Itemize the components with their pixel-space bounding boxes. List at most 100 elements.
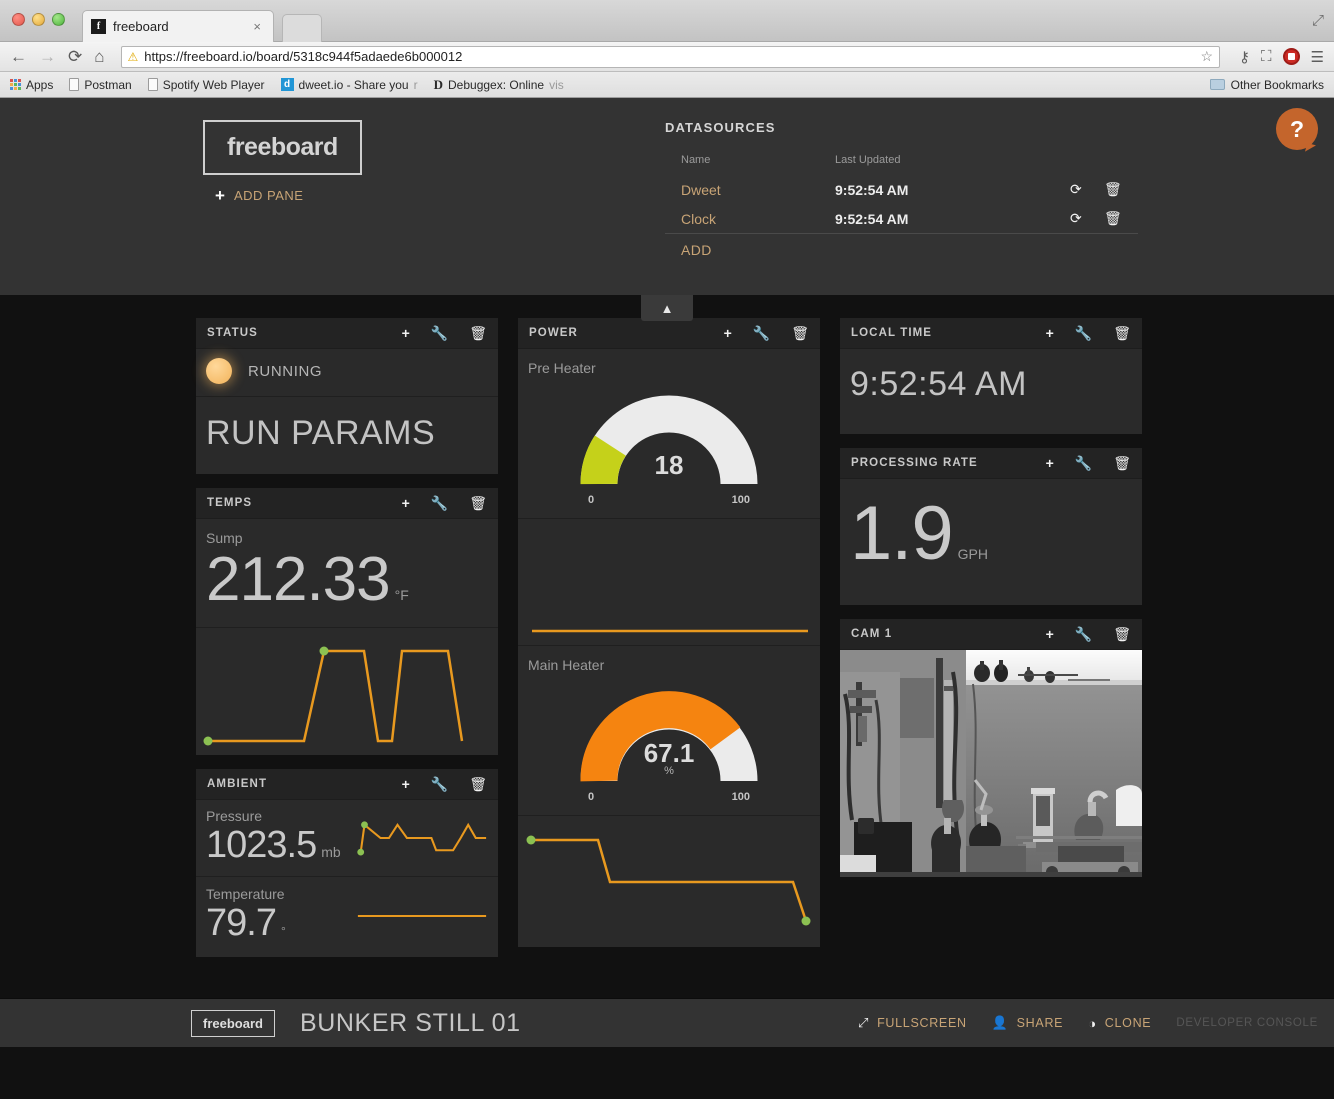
address-bar[interactable]: ⚠ https://freeboard.io/board/5318c944f5a… [120,45,1221,68]
footer-logo[interactable]: freeboard [191,1009,275,1037]
bookmark-debuggex[interactable]: D Debuggex: Online vis [434,77,564,93]
metric-value: 212.33 [206,545,391,614]
trash-icon[interactable]: 🗑 [1104,204,1138,234]
table-row[interactable]: Dweet 9:52:54 AM ⟳ 🗑 [665,175,1138,204]
metric: 212.33 °F [206,548,488,611]
add-widget-icon[interactable]: + [1046,627,1054,641]
pane-power: POWER + 🔧 🗑 Pre Heater 18 0 100 Main Hea… [518,318,820,947]
ambient-temperature-sparkline [357,914,487,917]
bookmark-label: Spotify Web Player [162,77,265,92]
pane-tools: + 🔧 🗑 [402,326,487,340]
help-icon[interactable]: ? [1276,108,1318,150]
screenshot-icon[interactable]: ⛶ [1261,48,1272,65]
refresh-icon[interactable]: ⟳ [1070,175,1104,204]
trash-icon[interactable]: 🗑 [1113,456,1131,470]
freeboard-logo[interactable]: freeboard [203,120,362,175]
window-expand-icon[interactable]: ⤢ [1312,12,1324,29]
back-icon[interactable]: ← [10,48,27,65]
widget-processing-rate: 1.9 GPH [840,479,1142,605]
bookmark-spotify[interactable]: Spotify Web Player [147,77,265,92]
wrench-icon[interactable]: 🔧 [1075,326,1092,340]
trash-icon[interactable]: 🗑 [1104,175,1138,204]
new-tab-button[interactable] [282,14,322,42]
dweet-icon: d [280,78,294,91]
datasources-section: DATASOURCES Name Last Updated Dweet 9:52… [665,120,1138,264]
gauge-unit: % [664,765,674,777]
footer-bar: freeboard BUNKER STILL 01 ⤢ FULLSCREEN 👤… [0,998,1334,1047]
fullscreen-label: FULLSCREEN [877,1016,967,1030]
bookmark-apps[interactable]: Apps [10,78,53,92]
wrench-icon[interactable]: 🔧 [431,777,448,791]
fullscreen-icon: ⤢ [857,1015,870,1030]
key-icon[interactable]: ⚷ [1239,48,1250,66]
pane-local-time: LOCAL TIME + 🔧 🗑 9:52:54 AM [840,318,1142,434]
wrench-icon[interactable]: 🔧 [1075,456,1092,470]
trash-icon[interactable]: 🗑 [1113,627,1131,641]
sparkline-point [319,646,329,656]
close-window-icon[interactable] [12,13,25,26]
wrench-icon[interactable]: 🔧 [1075,627,1092,641]
trash-icon[interactable]: 🗑 [791,326,809,340]
forward-icon[interactable]: → [39,48,56,65]
share-button[interactable]: 👤 SHARE [992,1015,1063,1031]
other-bookmarks-folder[interactable]: Other Bookmarks [1209,78,1324,92]
add-widget-icon[interactable]: + [402,777,410,791]
trash-icon[interactable]: 🗑 [469,777,487,791]
trash-icon[interactable]: 🗑 [469,326,487,340]
wrench-icon[interactable]: 🔧 [431,326,448,340]
metric-value: 79.7 [206,901,277,944]
minimize-window-icon[interactable] [32,13,45,26]
bookmark-postman[interactable]: Postman [69,78,132,92]
status-indicator-label: RUNNING [248,362,323,380]
add-datasource-row[interactable]: ADD [665,233,1138,264]
extensions-area: ⚷ ⛶ ☰ [1236,48,1324,66]
pane-title: AMBIENT [207,778,268,791]
datasource-name[interactable]: Clock [665,204,835,234]
datasource-last-updated: 9:52:54 AM [835,181,909,198]
sparkline-point [801,916,811,926]
collapse-header-button[interactable]: ▲ [641,295,693,321]
pane-header: LOCAL TIME + 🔧 🗑 [840,318,1142,349]
pane-tools: + 🔧 🗑 [1046,627,1131,641]
widget-indicator: RUNNING [196,349,498,397]
reload-icon[interactable]: ⟳ [68,48,82,65]
datasource-name[interactable]: Dweet [665,175,835,204]
bookmark-star-icon[interactable]: ☆ [1200,48,1213,65]
add-widget-icon[interactable]: + [402,326,410,340]
freeboard-header: freeboard + ADD PANE DATASOURCES Name La… [0,98,1334,321]
trash-icon[interactable]: 🗑 [1113,326,1131,340]
developer-console-button[interactable]: DEVELOPER CONSOLE [1176,1017,1318,1029]
pane-temps: TEMPS + 🔧 🗑 Sump 212.33 °F [196,488,498,756]
refresh-icon[interactable]: ⟳ [1070,204,1104,234]
add-widget-icon[interactable]: + [1046,456,1054,470]
widget-label: Pre Heater [528,360,596,376]
datasource-last-updated: 9:52:54 AM [835,210,909,227]
widget-label: Sump [206,530,243,546]
widget-sump-temp: Sump 212.33 °F [196,519,498,629]
browser-tab[interactable]: f freeboard × [82,10,274,42]
home-icon[interactable]: ⌂ [94,48,104,65]
widget-label: Temperature [206,885,285,902]
table-row[interactable]: Clock 9:52:54 AM ⟳ 🗑 [665,204,1138,234]
window-traffic-lights[interactable] [12,13,65,26]
wrench-icon[interactable]: 🔧 [431,496,448,510]
add-widget-icon[interactable]: + [1046,326,1054,340]
tab-close-icon[interactable]: × [249,19,265,34]
add-widget-icon[interactable]: + [724,326,732,340]
add-pane-label: ADD PANE [233,188,304,203]
add-pane-button[interactable]: + ADD PANE [215,187,303,204]
add-datasource-label[interactable]: ADD [665,233,835,264]
trash-icon[interactable]: 🗑 [469,496,487,510]
metric-value: 1023.5 [206,824,317,867]
pane-header: POWER + 🔧 🗑 [518,318,820,349]
clone-button[interactable]: ◑ CLONE [1088,1016,1151,1031]
adblock-icon[interactable] [1282,48,1300,65]
fullscreen-button[interactable]: ⤢ FULLSCREEN [858,1015,967,1031]
bookmark-dweet[interactable]: d dweet.io - Share you r [280,78,418,92]
zoom-window-icon[interactable] [52,13,65,26]
column-1: STATUS + 🔧 🗑 RUNNING RUN PARAMS TEMPS + … [196,318,498,957]
add-widget-icon[interactable]: + [402,496,410,510]
browser-menu-icon[interactable]: ☰ [1311,48,1324,66]
wrench-icon[interactable]: 🔧 [753,326,770,340]
tab-favicon-icon: f [91,19,106,34]
